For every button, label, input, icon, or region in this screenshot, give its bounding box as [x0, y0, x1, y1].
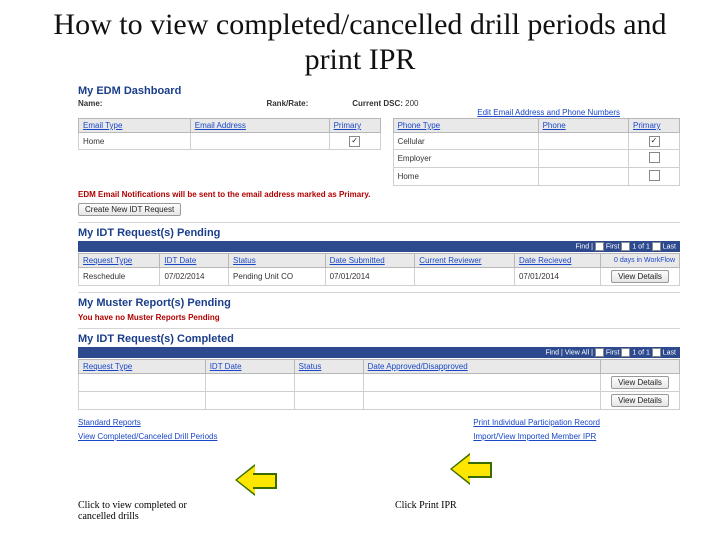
- last-link[interactable]: Last: [663, 243, 676, 250]
- muster-note: You have no Muster Reports Pending: [78, 313, 680, 322]
- edit-email-link[interactable]: Edit Email Address and Phone Numbers: [477, 108, 620, 117]
- find-bar: Find | First 1 of 1 Last: [78, 241, 680, 252]
- email-th-type[interactable]: Email Type: [79, 119, 191, 133]
- page-icon[interactable]: [595, 348, 604, 357]
- table-row: Cellular ✓: [393, 133, 679, 150]
- status-cell: Pending Unit CO: [229, 268, 326, 286]
- phone-cell: [538, 133, 628, 150]
- idt-date-cell: 07/02/2014: [160, 268, 229, 286]
- divider: [78, 328, 680, 329]
- phone-th-primary[interactable]: Primary: [629, 119, 680, 133]
- checkbox-icon[interactable]: [649, 152, 660, 163]
- table-row: Reschedule 07/02/2014 Pending Unit CO 07…: [79, 268, 680, 286]
- date-rec-cell: 07/01/2014: [514, 268, 600, 286]
- pending-th[interactable]: Date Submitted: [325, 254, 415, 268]
- date-sub-cell: 07/01/2014: [325, 268, 415, 286]
- checkbox-icon[interactable]: [649, 170, 660, 181]
- prev-icon[interactable]: [621, 348, 630, 357]
- bottom-links: Standard Reports View Completed/Canceled…: [78, 416, 680, 443]
- contact-tables: Email Type Email Address Primary Home ✓ …: [78, 117, 680, 186]
- find-link[interactable]: Find | View All |: [545, 349, 592, 356]
- view-details-button[interactable]: View Details: [611, 394, 669, 407]
- last-link[interactable]: Last: [663, 349, 676, 356]
- info-row: Name: Rank/Rate: Current DSC: 200: [78, 99, 680, 108]
- completed-table: Request Type IDT Date Status Date Approv…: [78, 359, 680, 410]
- pending-th[interactable]: Request Type: [79, 254, 160, 268]
- prev-icon[interactable]: [621, 242, 630, 251]
- divider: [78, 222, 680, 223]
- completed-th[interactable]: IDT Date: [205, 360, 294, 374]
- first-link[interactable]: First: [606, 349, 620, 356]
- phone-table: Phone Type Phone Primary Cellular ✓ Empl…: [393, 118, 680, 186]
- next-icon[interactable]: [652, 348, 661, 357]
- create-idt-button[interactable]: Create New IDT Request: [78, 203, 181, 216]
- email-addr-cell: [190, 133, 329, 150]
- dsc-label: Current DSC:: [352, 99, 403, 108]
- count-text: 1 of 1: [632, 243, 650, 250]
- completed-th[interactable]: Date Approved/Disapproved: [363, 360, 600, 374]
- slide-title: How to view completed/cancelled drill pe…: [0, 0, 720, 81]
- pending-th[interactable]: Status: [229, 254, 326, 268]
- phone-cell: [538, 168, 628, 186]
- print-ipr-link[interactable]: Print Individual Participation Record: [473, 418, 600, 427]
- phone-type-cell: Employer: [393, 150, 538, 168]
- pending-heading: My IDT Request(s) Pending: [78, 227, 680, 239]
- completed-th-actions: [601, 360, 680, 374]
- dashboard-heading: My EDM Dashboard: [78, 85, 680, 97]
- table-row: View Details: [79, 392, 680, 410]
- req-type-cell: Reschedule: [79, 268, 160, 286]
- next-icon[interactable]: [652, 242, 661, 251]
- completed-th[interactable]: Request Type: [79, 360, 206, 374]
- count-text: 1 of 1: [632, 349, 650, 356]
- workflow-cell: 0 days in WorkFlow: [601, 254, 680, 268]
- rank-label: Rank/Rate:: [266, 99, 308, 108]
- table-row: Home ✓: [79, 133, 381, 150]
- first-link[interactable]: First: [606, 243, 620, 250]
- checkbox-checked-icon[interactable]: ✓: [649, 136, 660, 147]
- email-table: Email Type Email Address Primary Home ✓: [78, 118, 381, 150]
- view-details-button[interactable]: View Details: [611, 270, 669, 283]
- dsc-value: 200: [405, 99, 418, 108]
- standard-reports-link[interactable]: Standard Reports: [78, 418, 141, 427]
- phone-cell: [538, 150, 628, 168]
- find-link[interactable]: Find |: [576, 243, 593, 250]
- table-row: Employer: [393, 150, 679, 168]
- muster-heading: My Muster Report(s) Pending: [78, 297, 680, 309]
- phone-type-cell: Cellular: [393, 133, 538, 150]
- completed-heading: My IDT Request(s) Completed: [78, 333, 680, 345]
- divider: [78, 292, 680, 293]
- name-label: Name:: [78, 99, 102, 108]
- pending-table: Request Type IDT Date Status Date Submit…: [78, 253, 680, 286]
- email-type-cell: Home: [79, 133, 191, 150]
- view-details-button[interactable]: View Details: [611, 376, 669, 389]
- app-screenshot: My EDM Dashboard Name: Rank/Rate: Curren…: [78, 85, 680, 443]
- phone-th-phone[interactable]: Phone: [538, 119, 628, 133]
- pending-th[interactable]: IDT Date: [160, 254, 229, 268]
- checkbox-checked-icon[interactable]: ✓: [349, 136, 360, 147]
- completed-th[interactable]: Status: [294, 360, 363, 374]
- caption-right: Click Print IPR: [395, 500, 457, 511]
- pending-th[interactable]: Date Recieved: [514, 254, 600, 268]
- table-row: Home: [393, 168, 679, 186]
- email-th-addr[interactable]: Email Address: [190, 119, 329, 133]
- reviewer-cell: [415, 268, 515, 286]
- table-row: View Details: [79, 374, 680, 392]
- page-icon[interactable]: [595, 242, 604, 251]
- phone-type-cell: Home: [393, 168, 538, 186]
- import-ipr-link[interactable]: Import/View Imported Member IPR: [473, 432, 596, 441]
- caption-left: Click to view completed or cancelled dri…: [78, 500, 218, 522]
- find-bar: Find | View All | First 1 of 1 Last: [78, 347, 680, 358]
- primary-note: EDM Email Notifications will be sent to …: [78, 190, 680, 199]
- pending-th[interactable]: Current Reviewer: [415, 254, 515, 268]
- email-th-primary[interactable]: Primary: [329, 119, 380, 133]
- phone-th-type[interactable]: Phone Type: [393, 119, 538, 133]
- view-completed-cancelled-link[interactable]: View Completed/Canceled Drill Periods: [78, 432, 217, 441]
